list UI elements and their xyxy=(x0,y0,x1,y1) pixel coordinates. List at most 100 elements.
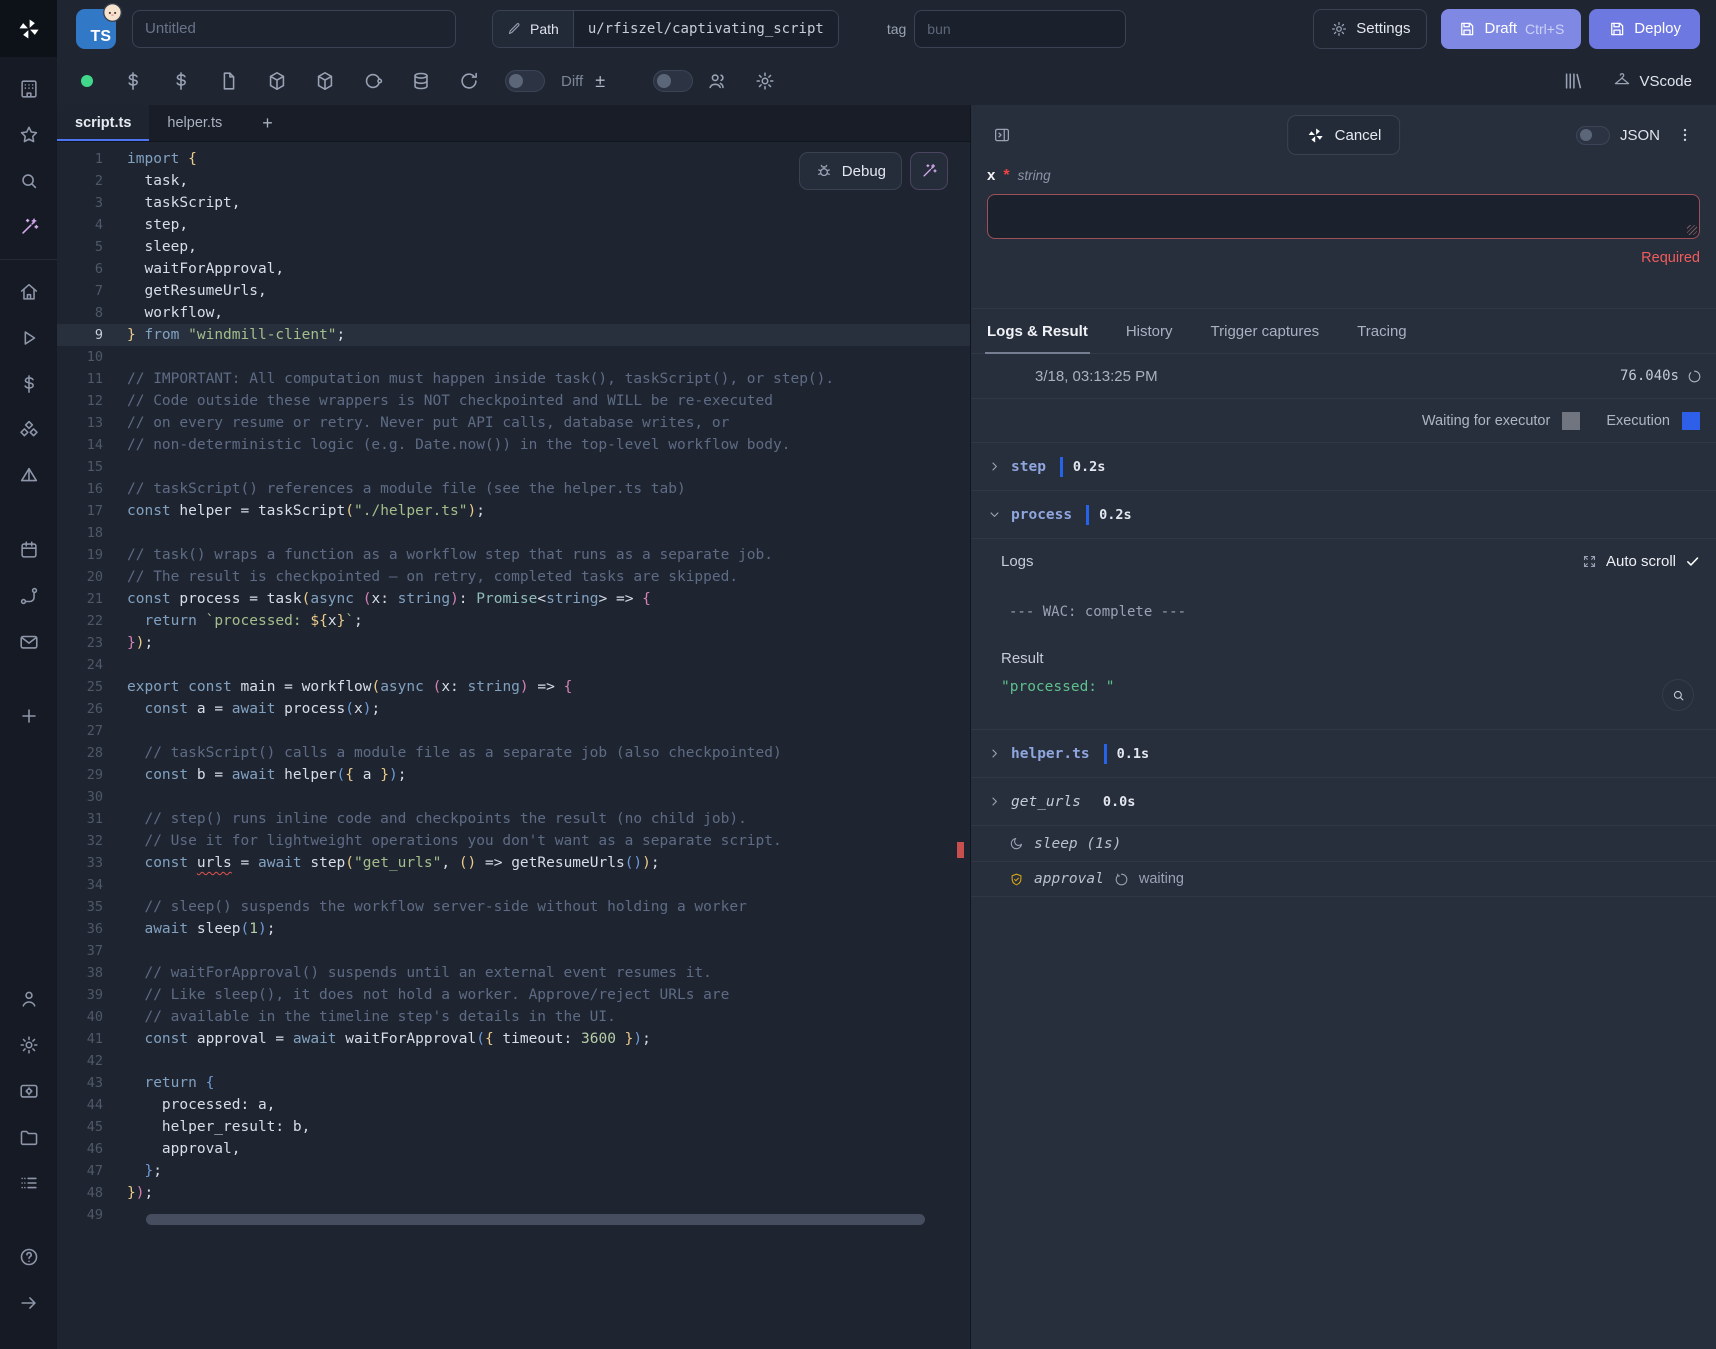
code-line[interactable]: 37 xyxy=(57,940,970,962)
collapse-arrow-icon[interactable] xyxy=(17,1291,41,1315)
package-icon-2[interactable] xyxy=(313,69,337,93)
multiplayer-toggle[interactable] xyxy=(653,70,693,92)
add-plus-icon[interactable] xyxy=(17,704,41,728)
code-line[interactable]: 39 // Like sleep(), it does not hold a w… xyxy=(57,984,970,1006)
pyramid-icon[interactable] xyxy=(17,464,41,488)
user-icon[interactable] xyxy=(17,987,41,1011)
code-line[interactable]: 25export const main = workflow(async (x:… xyxy=(57,676,970,698)
database-icon[interactable] xyxy=(409,69,433,93)
debug-button[interactable]: Debug xyxy=(799,152,902,190)
arg-x-input[interactable] xyxy=(987,194,1700,239)
workspace-icon[interactable] xyxy=(17,77,41,101)
tab-script-ts[interactable]: script.ts xyxy=(57,105,149,141)
script-title-input[interactable] xyxy=(132,10,456,48)
new-tab-button[interactable]: + xyxy=(240,105,295,141)
runs-play-icon[interactable] xyxy=(17,326,41,350)
file-icon[interactable] xyxy=(217,69,241,93)
windmill-logo[interactable] xyxy=(0,0,57,57)
code-line[interactable]: 6 waitForApproval, xyxy=(57,258,970,280)
kebab-menu-icon[interactable] xyxy=(1670,120,1700,150)
tag-input[interactable] xyxy=(914,10,1126,48)
code-line[interactable]: 26 const a = await process(x); xyxy=(57,698,970,720)
users-icon[interactable] xyxy=(705,69,729,93)
timeline-row-helper[interactable]: helper.ts 0.1s xyxy=(971,729,1716,777)
refresh-icon[interactable] xyxy=(457,69,481,93)
code-line[interactable]: 9} from "windmill-client"; xyxy=(57,324,970,346)
code-line[interactable]: 46 approval, xyxy=(57,1138,970,1160)
draft-button[interactable]: Draft Ctrl+S xyxy=(1441,9,1581,49)
code-line[interactable]: 17const helper = taskScript("./helper.ts… xyxy=(57,500,970,522)
ai-assistant-wand-button[interactable] xyxy=(910,152,948,190)
tab-history[interactable]: History xyxy=(1126,309,1173,353)
timeline-row-step[interactable]: step 0.2s xyxy=(971,442,1716,490)
code-line[interactable]: 4 step, xyxy=(57,214,970,236)
code-line[interactable]: 5 sleep, xyxy=(57,236,970,258)
code-line[interactable]: 35 // sleep() suspends the workflow serv… xyxy=(57,896,970,918)
expand-icon[interactable] xyxy=(1582,554,1597,569)
workers-icon[interactable] xyxy=(17,1079,41,1103)
code-line[interactable]: 45 helper_result: b, xyxy=(57,1116,970,1138)
code-line[interactable]: 22 return `processed: ${x}`; xyxy=(57,610,970,632)
code-line[interactable]: 29 const b = await helper({ a }); xyxy=(57,764,970,786)
settings-gear-icon[interactable] xyxy=(17,1033,41,1057)
tab-logs-result[interactable]: Logs & Result xyxy=(987,309,1088,353)
package-icon-1[interactable] xyxy=(265,69,289,93)
rotate-icon[interactable] xyxy=(361,69,385,93)
routes-icon[interactable] xyxy=(17,584,41,608)
tab-helper-ts[interactable]: helper.ts xyxy=(149,105,240,141)
search-result-icon[interactable] xyxy=(1662,679,1694,711)
code-line[interactable]: 42 xyxy=(57,1050,970,1072)
code-line[interactable]: 34 xyxy=(57,874,970,896)
help-icon[interactable] xyxy=(17,1245,41,1269)
json-toggle[interactable] xyxy=(1576,126,1610,145)
code-area[interactable]: 1import {2 task,3 taskScript,4 step,5 sl… xyxy=(57,142,970,1349)
timeline-row-sleep[interactable]: sleep (1s) xyxy=(971,825,1716,861)
variables-dollar-icon[interactable] xyxy=(17,372,41,396)
code-line[interactable]: 44 processed: a, xyxy=(57,1094,970,1116)
code-line[interactable]: 16// taskScript() references a module fi… xyxy=(57,478,970,500)
timeline-row-get-urls[interactable]: get_urls 0.0s xyxy=(971,777,1716,825)
code-line[interactable]: 20// The result is checkpointed — on ret… xyxy=(57,566,970,588)
dollar-icon-2[interactable] xyxy=(169,69,193,93)
code-line[interactable]: 33 const urls = await step("get_urls", (… xyxy=(57,852,970,874)
ai-wand-icon[interactable] xyxy=(17,215,41,239)
code-line[interactable]: 30 xyxy=(57,786,970,808)
deploy-button[interactable]: Deploy xyxy=(1589,9,1700,49)
code-line[interactable]: 18 xyxy=(57,522,970,544)
code-line[interactable]: 13// on every resume or retry. Never put… xyxy=(57,412,970,434)
diff-toggle[interactable] xyxy=(505,70,545,92)
timeline-row-process[interactable]: process 0.2s xyxy=(971,490,1716,538)
vscode-button[interactable]: VScode xyxy=(1613,72,1692,90)
check-icon[interactable] xyxy=(1685,554,1700,569)
path-edit-button[interactable]: Path xyxy=(493,11,574,47)
path-control[interactable]: Path u/rfiszel/captivating_script xyxy=(492,10,839,48)
code-line[interactable]: 8 workflow, xyxy=(57,302,970,324)
code-line[interactable]: 28 // taskScript() calls a module file a… xyxy=(57,742,970,764)
timeline-row-approval[interactable]: approval waiting xyxy=(971,861,1716,897)
tab-tracing[interactable]: Tracing xyxy=(1357,309,1406,353)
code-line[interactable]: 7 getResumeUrls, xyxy=(57,280,970,302)
schedules-calendar-icon[interactable] xyxy=(17,538,41,562)
dollar-icon-1[interactable] xyxy=(121,69,145,93)
code-line[interactable]: 27 xyxy=(57,720,970,742)
code-line[interactable]: 38 // waitForApproval() suspends until a… xyxy=(57,962,970,984)
library-icon[interactable] xyxy=(1561,69,1585,93)
mail-icon[interactable] xyxy=(17,630,41,654)
auto-scroll-label[interactable]: Auto scroll xyxy=(1606,553,1676,570)
code-line[interactable]: 43 return { xyxy=(57,1072,970,1094)
tab-trigger-captures[interactable]: Trigger captures xyxy=(1211,309,1320,353)
code-line[interactable]: 11// IMPORTANT: All computation must hap… xyxy=(57,368,970,390)
code-line[interactable]: 36 await sleep(1); xyxy=(57,918,970,940)
code-line[interactable]: 32 // Use it for lightweight operations … xyxy=(57,830,970,852)
code-line[interactable]: 24 xyxy=(57,654,970,676)
collapse-panel-icon[interactable] xyxy=(987,120,1017,150)
audit-list-icon[interactable] xyxy=(17,1171,41,1195)
code-line[interactable]: 41 const approval = await waitForApprova… xyxy=(57,1028,970,1050)
home-icon[interactable] xyxy=(17,280,41,304)
favorites-star-icon[interactable] xyxy=(17,123,41,147)
folders-icon[interactable] xyxy=(17,1125,41,1149)
code-line[interactable]: 40 // available in the timeline step's d… xyxy=(57,1006,970,1028)
code-line[interactable]: 19// task() wraps a function as a workfl… xyxy=(57,544,970,566)
horizontal-scrollbar[interactable] xyxy=(146,1214,925,1225)
code-line[interactable]: 3 taskScript, xyxy=(57,192,970,214)
